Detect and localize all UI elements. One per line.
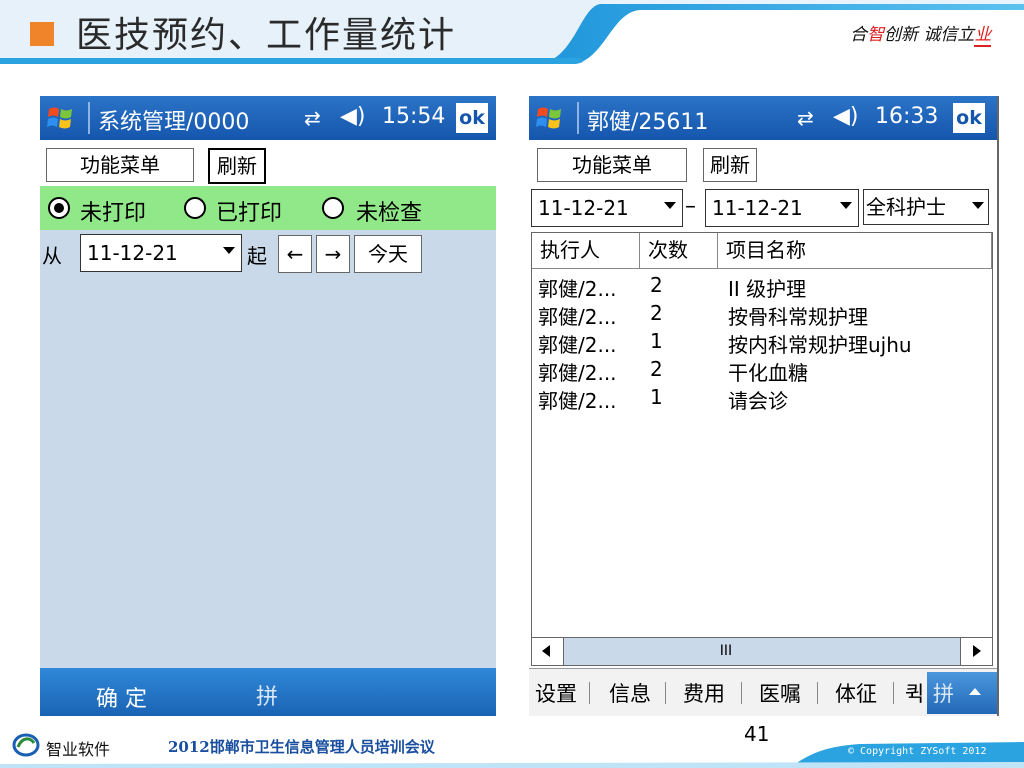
- left-clock[interactable]: 15:54: [382, 104, 445, 129]
- date-to-value: 11-12-21: [712, 196, 803, 220]
- refresh-button[interactable]: 刷新: [208, 148, 266, 184]
- windows-start-icon[interactable]: [535, 103, 565, 133]
- event-name: 2012邯郸市卫生信息管理人员培训会议: [168, 738, 435, 756]
- tab-separator: [893, 682, 894, 704]
- role-value: 全科护士: [866, 195, 946, 219]
- today-button[interactable]: 今天: [354, 235, 422, 273]
- windows-start-icon[interactable]: [46, 103, 76, 133]
- table-row[interactable]: 郭健/2... 1 按内科常规护理ujhu: [532, 329, 992, 357]
- function-menu-button[interactable]: 功能菜单: [46, 148, 194, 182]
- date-from-dropdown[interactable]: 11-12-21: [531, 189, 683, 227]
- table-row[interactable]: 郭健/2... 2 II 级护理: [532, 273, 992, 301]
- left-window-title: 系统管理/0000: [98, 110, 250, 135]
- date-to-dropdown[interactable]: 11-12-21: [705, 189, 859, 227]
- company-slogan: 合智创新 诚信立业: [850, 25, 992, 47]
- role-dropdown[interactable]: 全科护士: [863, 189, 989, 225]
- chevron-down-icon: [223, 247, 235, 254]
- tab-more[interactable]: 퀵: [905, 678, 925, 708]
- tab-orders[interactable]: 医嘱: [759, 678, 801, 708]
- tab-separator: [741, 682, 742, 704]
- tab-info[interactable]: 信息: [609, 678, 651, 708]
- radio-unchecked-label: 未检查: [356, 201, 423, 226]
- table-row[interactable]: 郭健/2... 1 请会诊: [532, 385, 992, 413]
- tab-fees[interactable]: 费用: [683, 678, 725, 708]
- slide-title: 医技预约、工作量统计: [76, 15, 457, 56]
- title-separator: [577, 102, 579, 134]
- title-bullet: [30, 22, 54, 46]
- left-date-dropdown[interactable]: 11-12-21: [80, 234, 242, 272]
- cell-item-name: 请会诊: [728, 389, 788, 413]
- left-date-value: 11-12-21: [87, 241, 178, 265]
- right-ok-button[interactable]: ok: [953, 103, 985, 133]
- company-name: 智业软件: [46, 740, 111, 759]
- refresh-button[interactable]: 刷新: [703, 148, 757, 182]
- cell-item-name: II 级护理: [728, 277, 807, 301]
- table-header-row: 执行人 次数 项目名称: [532, 233, 992, 269]
- tab-separator: [817, 682, 818, 704]
- tab-separator: [589, 682, 590, 704]
- left-ok-button[interactable]: ok: [456, 103, 488, 133]
- cell-executor: 郭健/2...: [538, 277, 617, 301]
- left-title-bar: 系统管理/0000 ⇄ ◀︎) 15:54 ok: [40, 96, 496, 140]
- column-header-item-name[interactable]: 项目名称: [718, 233, 992, 269]
- from-label: 从: [42, 244, 62, 268]
- horizontal-scrollbar[interactable]: III: [532, 637, 992, 665]
- cell-executor: 郭健/2...: [538, 305, 617, 329]
- title-separator: [88, 102, 90, 134]
- cell-item-name: 干化血糖: [728, 361, 808, 385]
- function-menu-button[interactable]: 功能菜单: [537, 148, 687, 182]
- right-title-bar: 郭健/25611 ⇄ ◀︎) 16:33 ok: [529, 96, 997, 140]
- date-from-value: 11-12-21: [538, 196, 629, 220]
- right-window-title: 郭健/25611: [587, 110, 709, 135]
- radio-unprinted[interactable]: [48, 197, 70, 219]
- connectivity-icon[interactable]: ⇄: [797, 106, 814, 130]
- cell-executor: 郭健/2...: [538, 389, 617, 413]
- tab-vitals[interactable]: 体征: [835, 678, 877, 708]
- tab-separator: [665, 682, 666, 704]
- left-phone-screen: 系统管理/0000 ⇄ ◀︎) 15:54 ok 功能菜单 刷新 未打印 已打印…: [40, 96, 496, 716]
- start-label: 起: [247, 244, 267, 268]
- scroll-left-icon[interactable]: [532, 638, 564, 665]
- copyright: © Copyright ZYSoft 2012: [848, 746, 987, 757]
- next-day-button[interactable]: →: [316, 235, 350, 273]
- radio-printed[interactable]: [184, 197, 206, 219]
- chevron-down-icon: [664, 202, 676, 209]
- radio-printed-label: 已打印: [216, 201, 283, 226]
- cell-count: 2: [650, 273, 663, 297]
- tab-settings[interactable]: 设置: [535, 678, 577, 708]
- right-phone-screen: 郭健/25611 ⇄ ◀︎) 16:33 ok 功能菜单 刷新 11-12-21…: [529, 96, 999, 716]
- radio-unprinted-label: 未打印: [80, 201, 147, 226]
- volume-icon[interactable]: ◀︎): [340, 104, 366, 129]
- input-method-button[interactable]: 拼: [256, 679, 278, 711]
- chevron-down-icon: [972, 202, 984, 209]
- input-method-button[interactable]: 拼: [933, 678, 954, 708]
- cell-executor: 郭健/2...: [538, 333, 617, 357]
- cell-count: 1: [650, 329, 663, 353]
- table-row[interactable]: 郭健/2... 2 干化血糖: [532, 357, 992, 385]
- scroll-thumb[interactable]: III: [564, 638, 888, 665]
- radio-unchecked[interactable]: [322, 197, 344, 219]
- cell-count: 2: [650, 301, 663, 325]
- table-row[interactable]: 郭健/2... 2 按骨科常规护理: [532, 301, 992, 329]
- connectivity-icon[interactable]: ⇄: [304, 106, 321, 130]
- confirm-softkey[interactable]: 确 定: [96, 681, 147, 713]
- column-header-executor[interactable]: 执行人: [532, 233, 640, 269]
- workload-table: 执行人 次数 项目名称 郭健/2... 2 II 级护理 郭健/2... 2 按…: [531, 232, 993, 666]
- cell-executor: 郭健/2...: [538, 361, 617, 385]
- column-header-count[interactable]: 次数: [640, 233, 718, 269]
- cell-item-name: 按骨科常规护理: [728, 305, 868, 329]
- prev-day-button[interactable]: ←: [278, 235, 312, 273]
- cell-count: 1: [650, 385, 663, 409]
- company-logo-icon: [12, 733, 40, 757]
- cell-count: 2: [650, 357, 663, 381]
- chevron-up-icon[interactable]: [969, 688, 981, 695]
- scroll-right-icon[interactable]: [960, 638, 992, 665]
- cell-item-name: 按内科常规护理ujhu: [728, 333, 912, 357]
- date-range-separator: –: [685, 194, 696, 219]
- volume-icon[interactable]: ◀︎): [833, 104, 859, 129]
- right-clock[interactable]: 16:33: [875, 104, 938, 129]
- left-content-area: [40, 276, 496, 668]
- chevron-down-icon: [840, 202, 852, 209]
